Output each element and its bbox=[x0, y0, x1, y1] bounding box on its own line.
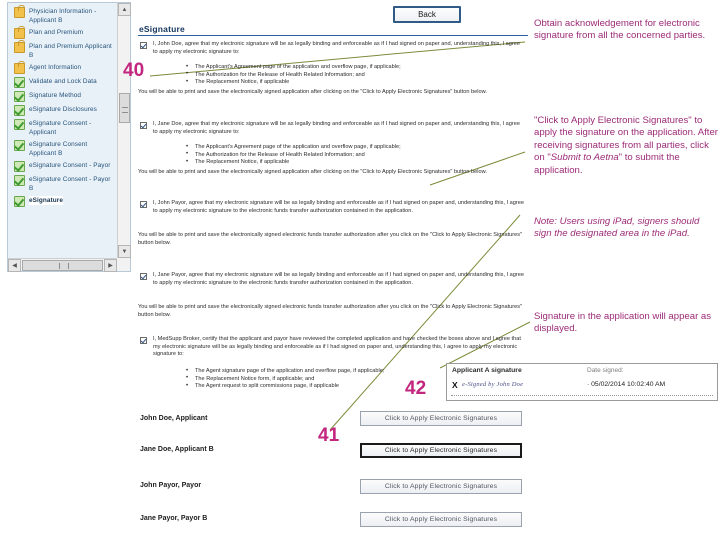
page-title: eSignature bbox=[139, 24, 185, 34]
list-item: The Replacement Notice, if applicable bbox=[186, 159, 526, 167]
annotation-apply-signatures: "Click to Apply Electronic Signatures" t… bbox=[534, 115, 718, 177]
lock-icon bbox=[14, 5, 25, 18]
sidebar-item-esignature-disclosures[interactable]: eSignature Disclosures bbox=[14, 105, 114, 116]
sidebar-item-validate-and-lock-data[interactable]: Validate and Lock Data bbox=[14, 77, 114, 88]
consent-checkbox-payor[interactable] bbox=[140, 201, 147, 208]
sidebar-item-signature-method[interactable]: Signature Method bbox=[14, 91, 114, 102]
vertical-scrollbar-thumb[interactable] bbox=[119, 93, 130, 123]
lock-icon bbox=[14, 40, 25, 53]
list-item: The Authorization for the Release of Hea… bbox=[186, 151, 526, 160]
consent-text: I, John Payor, agree that my electronic … bbox=[153, 200, 524, 214]
scroll-down-icon[interactable]: ▼ bbox=[118, 245, 131, 258]
callout-40: 40 bbox=[123, 60, 145, 81]
sidebar-item-label: Signature Method bbox=[29, 92, 82, 99]
sidebar-item-esignature-consent-payor-b[interactable]: eSignature Consent - Payor B bbox=[14, 175, 114, 193]
check-icon bbox=[14, 196, 25, 207]
list-item: The Applicant's Agreement page of the ap… bbox=[186, 64, 526, 72]
consent-checkbox-payor-b[interactable] bbox=[140, 273, 147, 280]
sidebar-item-label: eSignature Consent - Payor bbox=[29, 162, 111, 169]
sidebar-item-esignature-consent-applicant-b[interactable]: eSignature Consent Applicant B bbox=[14, 140, 114, 158]
sidebar-item-label: Plan and Premium bbox=[29, 29, 84, 36]
sidebar-item-label: eSignature Disclosures bbox=[29, 106, 97, 113]
sidebar-item-label: Agent Information bbox=[29, 64, 82, 71]
lock-icon bbox=[14, 26, 25, 39]
signature-x-mark: X bbox=[452, 380, 458, 390]
list-item: The Applicant's Agreement page of the ap… bbox=[186, 144, 526, 152]
consent-text: I, Jane Payor, agree that my electronic … bbox=[153, 272, 524, 286]
sidebar-item-label: eSignature bbox=[29, 196, 64, 205]
nav-scroll-viewport: Physician Information - Applicant B Plan… bbox=[8, 3, 116, 257]
nav-vertical-scrollbar[interactable]: ▲ ▼ bbox=[117, 3, 131, 258]
nav-horizontal-scrollbar[interactable]: ◀ ▶ bbox=[8, 258, 117, 272]
consent-text: I, Jane Doe, agree that my electronic si… bbox=[153, 121, 520, 135]
signer-name-payor-b: Jane Payor, Payor B bbox=[140, 515, 208, 522]
signature-date-value: · 05/02/2014 10:02:40 AM bbox=[587, 381, 666, 388]
signature-underline bbox=[451, 395, 713, 396]
annotation-signature-appearance: Signature in the application will appear… bbox=[534, 311, 712, 335]
title-divider bbox=[138, 35, 528, 36]
sidebar-item-plan-and-premium[interactable]: Plan and Premium bbox=[14, 26, 114, 39]
consent-checkbox-applicant-b[interactable] bbox=[140, 122, 147, 129]
list-item: The Replacement Notice, if applicable bbox=[186, 79, 526, 87]
consent-bullets-applicant-b: The Applicant's Agreement page of the ap… bbox=[186, 144, 526, 167]
consent-text: I, John Doe, agree that my electronic si… bbox=[153, 41, 520, 55]
scroll-up-icon[interactable]: ▲ bbox=[118, 3, 131, 16]
workflow-navigation-panel[interactable]: Physician Information - Applicant B Plan… bbox=[7, 2, 131, 272]
sidebar-item-physician-information-applicant-b[interactable]: Physician Information - Applicant B bbox=[14, 5, 114, 25]
scroll-left-icon[interactable]: ◀ bbox=[8, 259, 21, 272]
scrollbar-corner bbox=[117, 258, 130, 271]
callout-42: 42 bbox=[405, 378, 427, 399]
horizontal-scrollbar-thumb[interactable] bbox=[22, 260, 103, 271]
check-icon bbox=[14, 77, 25, 88]
apply-signature-button-applicant-b[interactable]: Click to Apply Electronic Signatures bbox=[360, 443, 522, 458]
consent-text: I, MedSupp Broker, certify that the appl… bbox=[153, 336, 521, 358]
consent-note-payor-b: You will be able to print and save the e… bbox=[138, 304, 523, 318]
annotation-ipad-note: Note: Users using iPad, signers should s… bbox=[534, 216, 700, 240]
consent-checkbox-broker[interactable] bbox=[140, 337, 147, 344]
check-icon bbox=[14, 119, 25, 130]
apply-signature-button-payor-b[interactable]: Click to Apply Electronic Signatures bbox=[360, 512, 522, 527]
check-icon bbox=[14, 105, 25, 116]
esignature-document: Back eSignature I, John Doe, agree that … bbox=[138, 0, 530, 540]
sidebar-item-label: Validate and Lock Data bbox=[29, 78, 97, 85]
callout-41: 41 bbox=[318, 425, 340, 446]
apply-signature-button-applicant[interactable]: Click to Apply Electronic Signatures bbox=[360, 411, 522, 426]
sidebar-item-esignature-consent-applicant[interactable]: eSignature Consent - Applicant bbox=[14, 119, 114, 137]
sidebar-item-plan-and-premium-applicant-b[interactable]: Plan and Premium Applicant B bbox=[14, 40, 114, 60]
signature-preview-box: Applicant A signature Date signed: X e-S… bbox=[446, 363, 718, 401]
consent-note-applicant-b: You will be able to print and save the e… bbox=[138, 169, 487, 175]
lock-icon bbox=[14, 61, 25, 74]
back-button[interactable]: Back bbox=[393, 6, 461, 23]
check-icon bbox=[14, 161, 25, 172]
apply-signature-button-payor[interactable]: Click to Apply Electronic Signatures bbox=[360, 479, 522, 494]
sidebar-item-agent-information[interactable]: Agent Information bbox=[14, 61, 114, 74]
sidebar-item-label: Physician Information - Applicant B bbox=[29, 8, 97, 24]
list-item: The Authorization for the Release of Hea… bbox=[186, 71, 526, 80]
check-icon bbox=[14, 175, 25, 186]
signature-value: e-Signed by John Doe bbox=[462, 381, 524, 388]
check-icon bbox=[14, 140, 25, 151]
sidebar-item-label: Plan and Premium Applicant B bbox=[29, 43, 112, 59]
consent-checkbox-applicant[interactable] bbox=[140, 42, 147, 49]
scroll-right-icon[interactable]: ▶ bbox=[104, 259, 117, 272]
consent-bullets-applicant: The Applicant's Agreement page of the ap… bbox=[186, 64, 526, 87]
annotation-text-emphasis: Submit to Aetna bbox=[550, 152, 619, 164]
signature-field-label: Applicant A signature bbox=[452, 367, 522, 374]
sidebar-item-label: eSignature Consent - Applicant bbox=[29, 120, 92, 136]
sidebar-item-esignature[interactable]: eSignature bbox=[14, 196, 114, 207]
annotation-acknowledgement: Obtain acknowledgement for electronic si… bbox=[534, 18, 706, 42]
consent-note-payor: You will be able to print and save the e… bbox=[138, 232, 523, 246]
sidebar-item-label: eSignature Consent Applicant B bbox=[29, 141, 88, 157]
screenshot-canvas: Physician Information - Applicant B Plan… bbox=[0, 0, 720, 540]
sidebar-item-label: eSignature Consent - Payor B bbox=[29, 176, 111, 192]
check-icon bbox=[14, 91, 25, 102]
sidebar-item-esignature-consent-payor[interactable]: eSignature Consent - Payor bbox=[14, 161, 114, 172]
signer-name-payor: John Payor, Payor bbox=[140, 482, 202, 489]
date-signed-label: Date signed: bbox=[587, 367, 624, 374]
consent-note-applicant: You will be able to print and save the e… bbox=[138, 89, 487, 95]
signer-name-applicant: John Doe, Applicant bbox=[140, 415, 208, 422]
signer-name-applicant-b: Jane Doe, Applicant B bbox=[140, 446, 214, 453]
